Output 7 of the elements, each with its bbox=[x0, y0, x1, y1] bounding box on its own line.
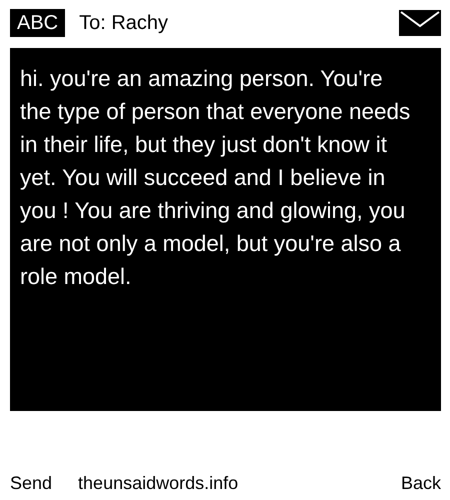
send-button[interactable]: Send bbox=[10, 473, 52, 494]
message-text: hi. you're an amazing person. You're the type of person that everyone needs in their life, but they just don't know it yet. You will succeed and I believe in you ! You are thriving and glowing, you are not only a model, but you're also a role model. bbox=[20, 65, 412, 291]
recipient-label: To: Rachy bbox=[79, 12, 170, 34]
back-button[interactable]: Back bbox=[400, 473, 441, 494]
website-label: theunsaidwords.info bbox=[78, 473, 240, 494]
input-mode-indicator: ABC bbox=[10, 9, 66, 37]
envelope-icon bbox=[399, 10, 441, 36]
